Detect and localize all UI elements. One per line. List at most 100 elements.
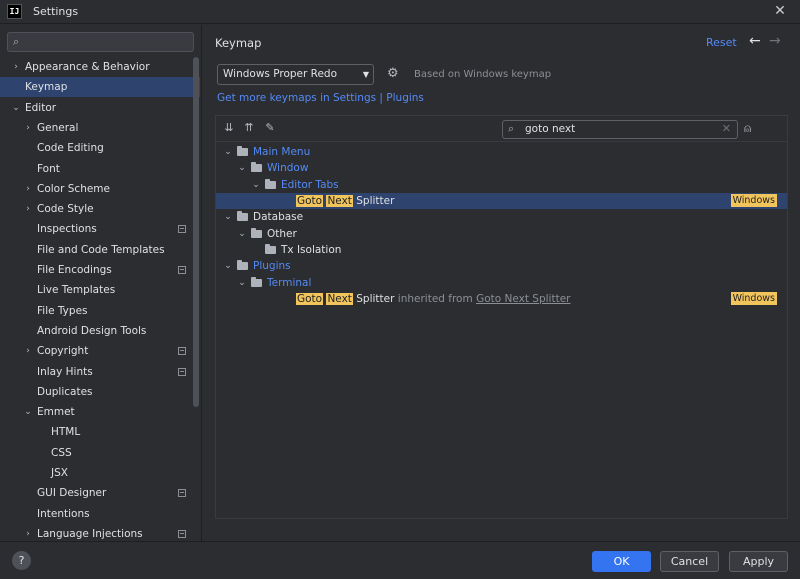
sidebar-item[interactable]: Inlay Hints bbox=[0, 362, 200, 382]
sidebar-item[interactable]: Code Editing bbox=[0, 138, 200, 158]
label-part: Editor Tabs bbox=[281, 178, 339, 191]
sidebar-scrollbar[interactable] bbox=[193, 57, 199, 407]
sidebar-item-label: Language Injections bbox=[37, 527, 143, 540]
chevron-right-icon[interactable]: › bbox=[23, 524, 33, 541]
chevron-down-icon[interactable]: ⌄ bbox=[251, 177, 261, 193]
gear-icon[interactable]: ⚙ bbox=[387, 66, 399, 81]
sidebar-item[interactable]: › Appearance & Behavior bbox=[0, 57, 200, 77]
settings-sidebar: ⌕ › Appearance & Behavior Keymap ⌄ Editor › Ge… bbox=[0, 25, 202, 541]
sidebar-item[interactable]: CSS bbox=[0, 443, 200, 463]
chevron-down-icon: ▼ bbox=[362, 70, 369, 79]
folder-icon bbox=[265, 244, 276, 255]
keymap-group-row[interactable]: ⌄ Editor Tabs bbox=[216, 177, 787, 193]
folder-icon bbox=[251, 162, 262, 173]
reset-link[interactable]: Reset bbox=[706, 36, 737, 49]
sidebar-item-label: GUI Designer bbox=[37, 487, 107, 500]
cancel-button[interactable]: Cancel bbox=[660, 551, 719, 572]
sidebar-item[interactable]: ⌄ Editor bbox=[0, 98, 200, 118]
sidebar-item[interactable]: Duplicates bbox=[0, 382, 200, 402]
chevron-down-icon[interactable]: ⌄ bbox=[223, 144, 233, 160]
search-match: Next bbox=[326, 293, 353, 306]
window-title: Settings bbox=[33, 5, 79, 18]
sidebar-item[interactable]: File Encodings bbox=[0, 260, 200, 280]
keymap-group-row[interactable]: ⌄ Main Menu bbox=[216, 144, 787, 160]
keymap-group-row[interactable]: ⌄ Window bbox=[216, 160, 787, 176]
sidebar-item[interactable]: › Language Injections bbox=[0, 524, 200, 541]
chevron-down-icon[interactable]: ⌄ bbox=[23, 402, 33, 422]
chevron-down-icon[interactable]: ⌄ bbox=[223, 209, 233, 225]
chevron-down-icon[interactable]: ⌄ bbox=[237, 275, 247, 291]
sidebar-item-label: Keymap bbox=[25, 81, 68, 94]
chevron-right-icon[interactable]: › bbox=[23, 179, 33, 199]
chevron-right-icon[interactable]: › bbox=[11, 57, 21, 77]
chevron-down-icon[interactable]: ⌄ bbox=[237, 226, 247, 242]
keymap-group-row[interactable]: ⌄ Terminal bbox=[216, 275, 787, 291]
settings-search-input[interactable]: ⌕ bbox=[7, 32, 194, 52]
sidebar-item[interactable]: › Color Scheme bbox=[0, 179, 200, 199]
keymap-toolbar: ⇊ ⇈ ✎ ⌕ goto next ✕ ⍝ bbox=[216, 116, 787, 142]
more-keymaps-link[interactable]: Get more keymaps in Settings | Plugins bbox=[217, 92, 424, 104]
clear-icon[interactable]: ✕ bbox=[722, 122, 731, 135]
folder-icon bbox=[237, 211, 248, 222]
keymap-action-row[interactable]: Goto Next Splitter inherited from Goto N… bbox=[216, 291, 787, 307]
chevron-down-icon[interactable]: ⌄ bbox=[223, 258, 233, 274]
sidebar-item[interactable]: File and Code Templates bbox=[0, 240, 200, 260]
sidebar-item-label: HTML bbox=[51, 426, 81, 439]
inherited-link[interactable]: Goto Next Splitter bbox=[476, 293, 570, 305]
keymap-group-row[interactable]: ⌄ Plugins bbox=[216, 258, 787, 274]
sidebar-item[interactable]: Keymap bbox=[0, 77, 200, 98]
collapse-all-icon[interactable]: ⇈ bbox=[242, 121, 256, 135]
find-by-shortcut-icon[interactable]: ⍝ bbox=[744, 121, 751, 136]
chevron-down-icon[interactable]: ⌄ bbox=[237, 160, 247, 176]
sidebar-item[interactable]: ⌄ Emmet bbox=[0, 402, 200, 422]
sidebar-item[interactable]: HTML bbox=[0, 422, 200, 442]
label-part: Tx Isolation bbox=[281, 244, 342, 257]
help-button[interactable]: ? bbox=[12, 551, 31, 570]
sidebar-item-label: Android Design Tools bbox=[37, 324, 147, 337]
sidebar-item-label: File and Code Templates bbox=[37, 243, 165, 256]
chevron-right-icon[interactable]: › bbox=[23, 341, 33, 361]
sidebar-item[interactable]: Inspections bbox=[0, 219, 200, 239]
apply-button[interactable]: Apply bbox=[729, 551, 788, 572]
sidebar-item-label: Code Editing bbox=[37, 142, 104, 155]
chevron-right-icon[interactable]: › bbox=[23, 199, 33, 219]
keymap-group-row[interactable]: Tx Isolation bbox=[216, 242, 787, 258]
back-arrow-icon[interactable]: ← bbox=[749, 33, 761, 49]
sidebar-item[interactable]: › Code Style bbox=[0, 199, 200, 219]
sidebar-item-label: Editor bbox=[25, 101, 57, 114]
label-part: Plugins bbox=[253, 260, 291, 273]
search-match: Next bbox=[326, 195, 353, 208]
sidebar-item[interactable]: Font bbox=[0, 159, 200, 179]
sidebar-item[interactable]: JSX bbox=[0, 463, 200, 483]
keymap-group-row[interactable]: ⌄ Database bbox=[216, 209, 787, 225]
title-bar: IJ Settings ✕ bbox=[0, 0, 800, 24]
based-on-label: Based on Windows keymap bbox=[414, 69, 552, 80]
sidebar-item[interactable]: GUI Designer bbox=[0, 483, 200, 503]
chevron-down-icon[interactable]: ⌄ bbox=[11, 98, 21, 118]
keymap-item-label: Editor Tabs bbox=[281, 177, 339, 193]
label-part: Other bbox=[267, 227, 297, 240]
expand-all-icon[interactable]: ⇊ bbox=[222, 121, 236, 135]
project-scope-icon bbox=[178, 489, 186, 498]
keymap-action-row[interactable]: Goto Next Splitter Windows bbox=[216, 193, 787, 210]
edit-icon[interactable]: ✎ bbox=[263, 121, 277, 135]
sidebar-item-label: File Encodings bbox=[37, 264, 112, 276]
shortcut-tag: Windows bbox=[730, 194, 777, 208]
sidebar-item[interactable]: Android Design Tools bbox=[0, 321, 200, 341]
keymap-dropdown[interactable]: Windows Proper Redo ▼ bbox=[217, 64, 374, 85]
ok-button[interactable]: OK bbox=[592, 551, 651, 572]
keymap-group-row[interactable]: ⌄ Other bbox=[216, 226, 787, 242]
close-icon[interactable]: ✕ bbox=[772, 3, 788, 19]
intellij-logo-icon: IJ bbox=[7, 4, 22, 19]
folder-icon bbox=[251, 227, 262, 238]
folder-icon bbox=[251, 276, 262, 287]
keymap-item-label: Main Menu bbox=[253, 144, 310, 160]
sidebar-item[interactable]: File Types bbox=[0, 301, 200, 321]
keymap-item-label: Goto Next Splitter inherited from Goto N… bbox=[296, 291, 570, 307]
sidebar-item[interactable]: › Copyright bbox=[0, 341, 200, 361]
sidebar-item[interactable]: Live Templates bbox=[0, 280, 200, 300]
sidebar-item[interactable]: Intentions bbox=[0, 504, 200, 524]
chevron-right-icon[interactable]: › bbox=[23, 118, 33, 138]
sidebar-item[interactable]: › General bbox=[0, 118, 200, 138]
keymap-search-input[interactable]: ⌕ goto next ✕ bbox=[502, 120, 738, 139]
